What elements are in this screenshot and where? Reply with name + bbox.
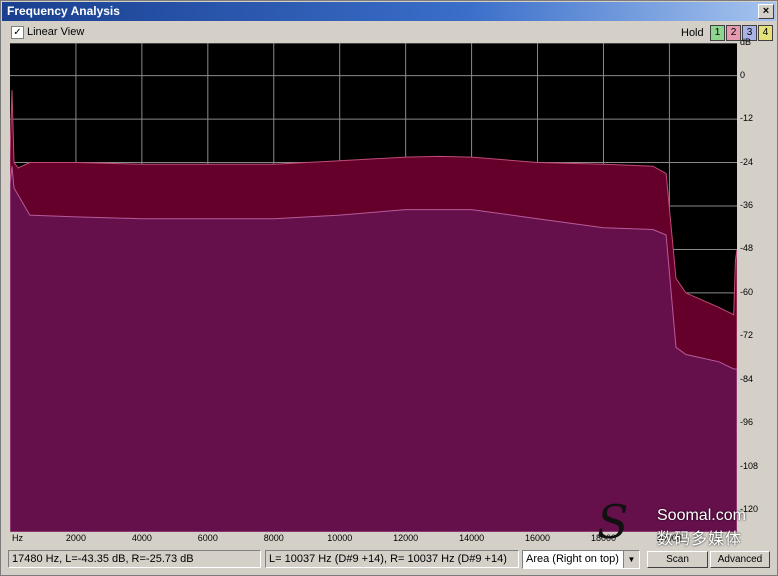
x-tick-label: Hz (12, 533, 23, 543)
x-tick-label: 8000 (263, 533, 284, 543)
soomal-logo-icon: S (597, 495, 629, 549)
y-tick-label: -72 (740, 330, 754, 341)
watermark-site: Soomal.com (657, 507, 746, 524)
x-tick-label: 2000 (65, 533, 86, 543)
y-tick-label: -84 (740, 373, 754, 384)
hold-button-1[interactable]: 1 (710, 25, 725, 41)
spectrum-svg (10, 43, 737, 532)
soomal-watermark: S Soomal.com 数码多媒体 (597, 495, 767, 549)
title-bar[interactable]: Frequency Analysis × (2, 2, 776, 21)
hold-label: Hold (681, 27, 704, 39)
display-mode-value: Area (Right on top) (526, 553, 619, 565)
x-tick-label: 10000 (327, 533, 353, 543)
y-tick-label: -60 (740, 286, 754, 297)
x-tick-label: 4000 (131, 533, 152, 543)
frequency-analysis-window: Frequency Analysis × ✓ Linear View Hold … (0, 0, 778, 576)
spectrum-plot[interactable] (10, 43, 737, 532)
hold-button-label: 1 (714, 27, 721, 38)
watermark-subtitle: 数码多媒体 (657, 531, 743, 548)
x-tick-label: 12000 (393, 533, 419, 543)
y-tick-label: -96 (740, 417, 754, 428)
x-tick-label: 14000 (459, 533, 485, 543)
window-title: Frequency Analysis (7, 4, 120, 18)
scan-button[interactable]: Scan (647, 551, 708, 568)
y-tick-label: -24 (740, 156, 754, 167)
hold-button-2[interactable]: 2 (726, 25, 741, 41)
y-tick-label: -36 (740, 200, 754, 210)
hold-button-4[interactable]: 4 (758, 25, 773, 41)
db-axis: dB 0 -12 -24 -36 -48 -60 -72 -84 -96 -108 -120 (738, 37, 778, 532)
y-tick-label: -48 (740, 243, 754, 254)
cursor-readout: 17480 Hz, L=-43.35 dB, R=-25.73 dB (8, 550, 261, 568)
linear-view-label[interactable]: Linear View (27, 26, 84, 38)
y-tick-label: -12 (740, 113, 754, 124)
y-tick-label: 0 (740, 69, 746, 80)
y-tick-label: dB (740, 37, 752, 47)
hold-button-label: 2 (730, 27, 737, 38)
status-bar: 17480 Hz, L=-43.35 dB, R=-25.73 dB L= 10… (1, 548, 777, 572)
toolbar: ✓ Linear View Hold 1 2 3 4 (1, 23, 777, 43)
close-icon: × (762, 5, 770, 17)
linear-view-checkbox[interactable]: ✓ (11, 26, 24, 39)
display-mode-select[interactable]: Area (Right on top) ▼ (522, 550, 640, 569)
x-tick-label: 6000 (197, 533, 218, 543)
close-button[interactable]: × (758, 4, 774, 19)
y-tick-label: -108 (740, 460, 759, 471)
x-tick-label: 16000 (525, 533, 551, 543)
check-icon: ✓ (13, 27, 22, 38)
peak-readout: L= 10037 Hz (D#9 +14), R= 10037 Hz (D#9 … (265, 550, 519, 568)
hold-button-label: 4 (762, 27, 769, 38)
advanced-button[interactable]: Advanced (710, 551, 770, 568)
chevron-down-icon[interactable]: ▼ (623, 551, 639, 568)
